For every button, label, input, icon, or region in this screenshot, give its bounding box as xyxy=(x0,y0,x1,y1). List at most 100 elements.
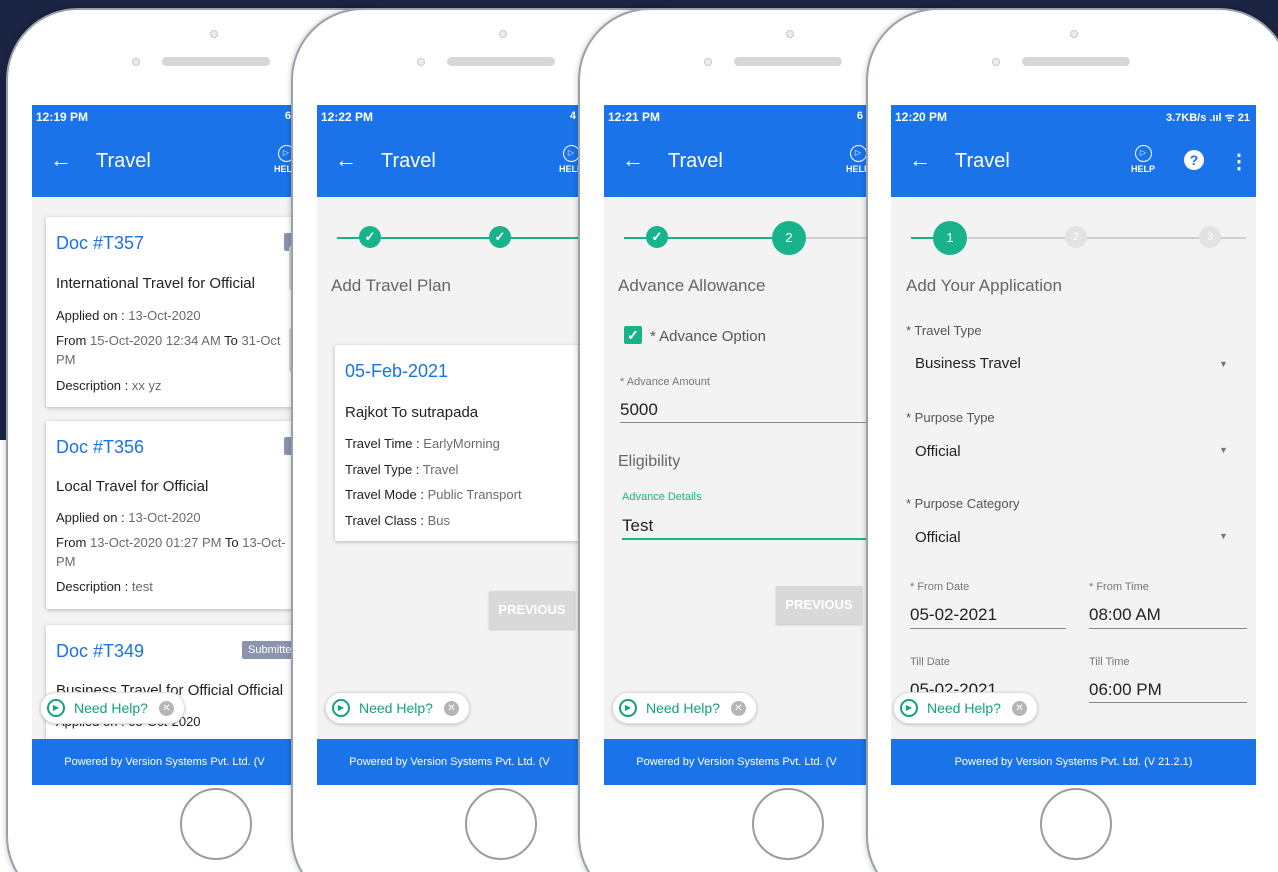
back-arrow-icon[interactable]: ← xyxy=(622,149,644,171)
purpose-type-select[interactable]: Official xyxy=(915,443,961,460)
app-title: Travel xyxy=(955,150,1010,172)
home-button[interactable] xyxy=(180,788,252,860)
help-video-button[interactable]: ▷ HELP xyxy=(839,145,869,185)
status-time: 12:22 PM xyxy=(321,110,374,124)
purpose-category-label: * Purpose Category xyxy=(906,496,1020,511)
status-indicators: 6 xyxy=(856,110,863,122)
back-arrow-icon[interactable]: ← xyxy=(335,149,357,171)
back-arrow-icon[interactable]: ← xyxy=(50,149,72,171)
help-video-button[interactable]: ▷ HELP xyxy=(1124,145,1162,185)
speaker-grille xyxy=(1022,57,1130,66)
doc-card[interactable]: Doc #T356 I Local Travel for Official Ap… xyxy=(46,421,297,609)
plan-route: Rajkot To sutrapada xyxy=(345,404,479,421)
play-circle-icon: ▷ xyxy=(849,145,867,162)
proximity-sensor xyxy=(417,58,425,66)
step-current: 1 xyxy=(933,221,967,255)
doc-number: Doc #T356 xyxy=(56,437,145,457)
plan-row: Travel Mode : Public Transport xyxy=(345,487,522,502)
help-label: HELP xyxy=(845,164,869,174)
close-icon[interactable]: ✕ xyxy=(1011,700,1027,716)
step-current: 2 xyxy=(772,221,806,255)
doc-card[interactable]: Doc #T349 Submitte Business Travel for O… xyxy=(46,625,297,755)
section-title: Add Travel Plan xyxy=(331,276,452,295)
footer: Powered by Version Systems Pvt. Ltd. (V xyxy=(32,739,297,785)
section-title: Advance Allowance xyxy=(618,276,766,295)
applied-row: Applied on : 13-Oct-2020 xyxy=(56,308,201,323)
back-arrow-icon[interactable]: ← xyxy=(909,149,931,171)
app-title: Travel xyxy=(96,150,151,172)
help-label: HELP xyxy=(1130,164,1155,174)
till-time-field[interactable]: 06:00 PM xyxy=(1089,680,1162,700)
advance-details-label: Advance Details xyxy=(622,491,702,503)
home-button[interactable] xyxy=(1040,788,1112,860)
need-help-chip[interactable]: ▶ Need Help? ✕ xyxy=(325,692,470,724)
date-range-row-end: PM xyxy=(56,554,76,569)
app-bar: ← Travel ▷ HELP xyxy=(32,127,297,197)
status-time: 12:21 PM xyxy=(608,110,661,124)
till-time-label: Till Time xyxy=(1089,656,1130,668)
speaker-grille xyxy=(734,57,842,66)
purpose-category-select[interactable]: Official xyxy=(915,529,961,546)
dropdown-arrow-icon[interactable]: ▼ xyxy=(1219,359,1228,369)
step-complete-icon: ✓ xyxy=(489,226,511,248)
from-time-label: * From Time xyxy=(1089,581,1149,593)
close-icon[interactable]: ✕ xyxy=(730,700,746,716)
more-vert-icon[interactable]: ⋮ xyxy=(1229,149,1249,174)
need-help-chip[interactable]: ▶ Need Help? ✕ xyxy=(893,692,1038,724)
play-icon: ▶ xyxy=(900,699,918,717)
app-title: Travel xyxy=(668,150,723,172)
help-question-icon[interactable]: ? xyxy=(1184,150,1204,170)
front-camera xyxy=(499,30,507,38)
advance-details-field[interactable]: Test xyxy=(622,516,653,536)
play-icon: ▶ xyxy=(332,699,350,717)
proximity-sensor xyxy=(704,58,712,66)
screen: 12:19 PM 6 ← Travel ▷ HELP Doc #T357 I I… xyxy=(32,105,297,785)
doc-card[interactable]: Doc #T357 I International Travel for Off… xyxy=(46,217,297,407)
need-help-chip[interactable]: ▶ Need Help? ✕ xyxy=(612,692,757,724)
dropdown-arrow-icon[interactable]: ▼ xyxy=(1219,531,1228,541)
plan-date: 05-Feb-2021 xyxy=(345,361,449,381)
field-underline xyxy=(1089,628,1247,629)
play-icon: ▶ xyxy=(619,699,637,717)
travel-plan-card[interactable]: 05-Feb-2021 Rajkot To sutrapada Travel T… xyxy=(335,345,582,541)
status-bar: 12:22 PM 4 xyxy=(317,105,582,127)
from-time-field[interactable]: 08:00 AM xyxy=(1089,605,1161,625)
proximity-sensor xyxy=(132,58,140,66)
need-help-chip[interactable]: ▶ Need Help? ✕ xyxy=(40,692,185,724)
doc-number: Doc #T357 xyxy=(56,233,145,253)
play-circle-icon: ▷ xyxy=(1134,145,1152,162)
close-icon[interactable]: ✕ xyxy=(443,700,459,716)
field-underline xyxy=(620,422,869,423)
screen: 12:21 PM 6 ← Travel ▷ HELP ✓ 2 Advance A… xyxy=(604,105,869,785)
advance-amount-field[interactable]: 5000 xyxy=(620,400,658,420)
travel-type-select[interactable]: Business Travel xyxy=(915,355,1021,372)
previous-button[interactable]: PREVIOUS xyxy=(776,586,862,624)
front-camera xyxy=(1070,30,1078,38)
close-icon[interactable]: ✕ xyxy=(158,700,174,716)
dropdown-arrow-icon[interactable]: ▼ xyxy=(1219,445,1228,455)
front-camera xyxy=(786,30,794,38)
speaker-grille xyxy=(162,57,270,66)
home-button[interactable] xyxy=(752,788,824,860)
status-bar: 12:20 PM 3.7KB/s .ııl ᯤ 21 xyxy=(891,105,1256,127)
step-complete-icon: ✓ xyxy=(646,226,668,248)
home-button[interactable] xyxy=(465,788,537,860)
eligibility-heading: Eligibility xyxy=(618,453,681,470)
previous-button[interactable]: PREVIOUS xyxy=(489,591,575,629)
applied-row: Applied on : 13-Oct-2020 xyxy=(56,510,201,525)
doc-title: International Travel for Official xyxy=(56,275,255,292)
status-indicators: 3.7KB/s .ııl ᯤ 21 xyxy=(1165,112,1250,124)
step-pending: 2 xyxy=(1065,226,1087,248)
plan-row: Travel Time : EarlyMorning xyxy=(345,436,500,451)
field-underline xyxy=(1089,702,1247,703)
advance-option-checkbox[interactable]: ✓ xyxy=(624,326,642,344)
speaker-grille xyxy=(447,57,555,66)
status-time: 12:19 PM xyxy=(36,110,89,124)
till-date-label: Till Date xyxy=(910,656,950,668)
status-bar: 12:21 PM 6 xyxy=(604,105,869,127)
from-date-label: * From Date xyxy=(910,581,970,593)
app-title: Travel xyxy=(381,150,436,172)
date-range-row-end: PM xyxy=(56,352,76,367)
plan-row: Travel Class : Bus xyxy=(345,513,451,528)
from-date-field[interactable]: 05-02-2021 xyxy=(910,605,997,625)
